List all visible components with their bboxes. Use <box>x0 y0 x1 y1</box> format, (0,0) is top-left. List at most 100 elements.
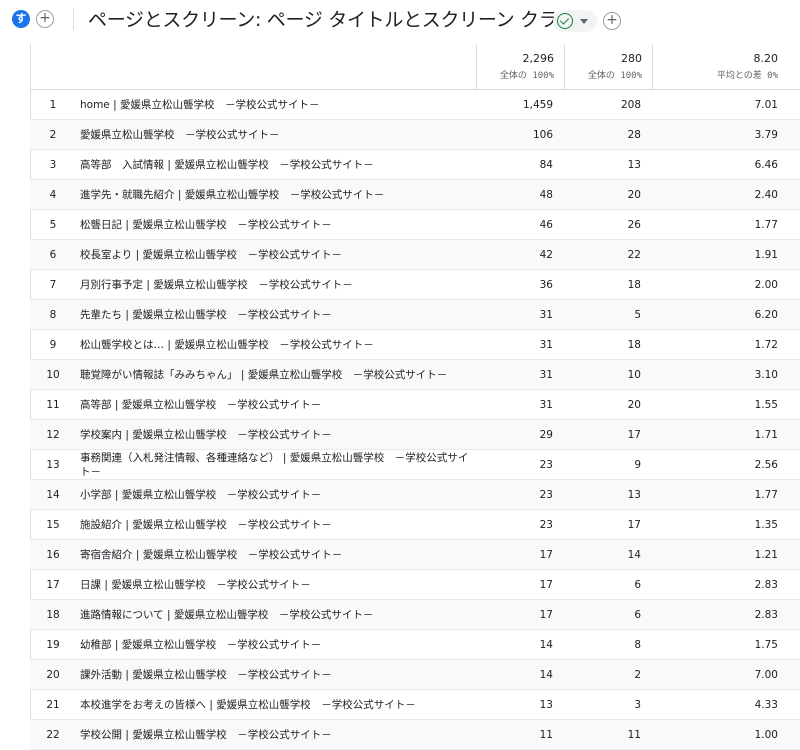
row-index: 21 <box>46 699 60 711</box>
page-title-cell: 進路情報について | 愛媛県立松山聾学校 －学校公式サイト－ <box>80 609 374 621</box>
table-row[interactable]: 20 課外活動 | 愛媛県立松山聾学校 －学校公式サイト－ 14 2 7.00 <box>30 660 800 690</box>
row-index: 8 <box>49 309 57 321</box>
users-cell: 2 <box>634 669 641 681</box>
views-per-user-cell: 4.33 <box>754 699 778 711</box>
views-per-user-cell: 2.40 <box>754 189 778 201</box>
user-avatar[interactable]: す <box>12 10 30 28</box>
views-cell: 31 <box>539 399 553 411</box>
views-per-user-cell: 2.83 <box>754 609 778 621</box>
table-row[interactable]: 7 月別行事予定 | 愛媛県立松山聾学校 －学校公式サイト－ 36 18 2.00 <box>30 270 800 300</box>
page-title-cell: home | 愛媛県立松山聾学校 －学校公式サイト－ <box>80 99 320 111</box>
views-cell: 31 <box>539 339 553 351</box>
page-title-cell: 日課 | 愛媛県立松山聾学校 －学校公式サイト－ <box>80 579 311 591</box>
views-cell: 23 <box>539 519 553 531</box>
views-per-user-cell: 1.71 <box>754 429 778 441</box>
row-index: 3 <box>49 159 57 171</box>
add-filter-button[interactable]: + <box>603 12 621 30</box>
table-row[interactable]: 16 寄宿舎紹介 | 愛媛県立松山聾学校 －学校公式サイト－ 17 14 1.21 <box>30 540 800 570</box>
views-per-user-cell: 1.21 <box>754 549 778 561</box>
users-cell: 3 <box>634 699 641 711</box>
row-index: 10 <box>46 369 60 381</box>
report-status-dropdown[interactable] <box>553 10 597 32</box>
users-cell: 5 <box>634 309 641 321</box>
add-comparison-button[interactable]: + <box>36 10 54 28</box>
views-per-user-cell: 1.00 <box>754 729 778 741</box>
users-cell: 18 <box>627 279 641 291</box>
table-row[interactable]: 6 校長室より | 愛媛県立松山聾学校 －学校公式サイト－ 42 22 1.91 <box>30 240 800 270</box>
total-value: 280 <box>621 52 642 65</box>
views-per-user-cell: 7.00 <box>754 669 778 681</box>
total-cell-views: 2,296 全体の 100% <box>476 44 564 90</box>
page-title-cell: 月別行事予定 | 愛媛県立松山聾学校 －学校公式サイト－ <box>80 279 353 291</box>
page-title: ページとスクリーン: ページ タイトルとスクリーン クラス <box>88 9 576 31</box>
table-row[interactable]: 14 小学部 | 愛媛県立松山聾学校 －学校公式サイト－ 23 13 1.77 <box>30 480 800 510</box>
row-index: 6 <box>49 249 57 261</box>
views-cell: 46 <box>539 219 553 231</box>
row-index: 14 <box>46 489 60 501</box>
row-index: 22 <box>46 729 60 741</box>
page-title-cell: 幼稚部 | 愛媛県立松山聾学校 －学校公式サイト－ <box>80 639 322 651</box>
page-title-cell: 愛媛県立松山聾学校 －学校公式サイト－ <box>80 129 280 141</box>
row-index: 13 <box>46 459 60 471</box>
users-cell: 13 <box>627 489 641 501</box>
table-row[interactable]: 1 home | 愛媛県立松山聾学校 －学校公式サイト－ 1,459 208 7.01 <box>30 90 800 120</box>
table-row[interactable]: 19 幼稚部 | 愛媛県立松山聾学校 －学校公式サイト－ 14 8 1.75 <box>30 630 800 660</box>
table-row[interactable]: 18 進路情報について | 愛媛県立松山聾学校 －学校公式サイト－ 17 6 2.83 <box>30 600 800 630</box>
page-title-cell: 施設紹介 | 愛媛県立松山聾学校 －学校公式サイト－ <box>80 519 332 531</box>
table-row[interactable]: 9 松山聾学校とは… | 愛媛県立松山聾学校 －学校公式サイト－ 31 18 1.72 <box>30 330 800 360</box>
views-cell: 29 <box>539 429 553 441</box>
users-cell: 208 <box>620 99 641 111</box>
users-cell: 10 <box>627 369 641 381</box>
views-per-user-cell: 1.77 <box>754 489 778 501</box>
page-title-cell: 高等部 入試情報 | 愛媛県立松山聾学校 －学校公式サイト－ <box>80 159 374 171</box>
page-title-cell: 高等部 | 愛媛県立松山聾学校 －学校公式サイト－ <box>80 399 322 411</box>
views-cell: 1,459 <box>522 99 553 111</box>
views-cell: 23 <box>539 489 553 501</box>
users-cell: 18 <box>627 339 641 351</box>
check-circle-icon <box>557 13 573 29</box>
table-row[interactable]: 10 聴覚障がい情報誌「みみちゃん」 | 愛媛県立松山聾学校 －学校公式サイト－ 3… <box>30 360 800 390</box>
users-cell: 6 <box>634 609 641 621</box>
page-title-cell: 本校進学をお考えの皆様へ | 愛媛県立松山聾学校 －学校公式サイト－ <box>80 699 416 711</box>
views-cell: 106 <box>532 129 553 141</box>
users-cell: 13 <box>627 159 641 171</box>
table-row[interactable]: 13 事務関連（入札発注情報、各種連絡など） | 愛媛県立松山聾学校 －学校公式サ… <box>30 450 800 480</box>
total-value: 8.20 <box>753 52 779 65</box>
views-cell: 17 <box>539 549 553 561</box>
page-title-cell: 学校案内 | 愛媛県立松山聾学校 －学校公式サイト－ <box>80 429 332 441</box>
users-cell: 8 <box>634 639 641 651</box>
table-row[interactable]: 22 学校公開 | 愛媛県立松山聾学校 －学校公式サイト－ 11 11 1.00 <box>30 720 800 750</box>
views-per-user-cell: 3.79 <box>754 129 778 141</box>
table-row[interactable]: 4 進学先・就職先紹介 | 愛媛県立松山聾学校 －学校公式サイト－ 48 20 2.40 <box>30 180 800 210</box>
total-value: 2,296 <box>522 52 555 65</box>
row-index: 16 <box>46 549 60 561</box>
views-cell: 23 <box>539 459 553 471</box>
table-row[interactable]: 15 施設紹介 | 愛媛県立松山聾学校 －学校公式サイト－ 23 17 1.35 <box>30 510 800 540</box>
caret-down-icon <box>580 19 588 24</box>
row-index: 15 <box>46 519 60 531</box>
users-cell: 17 <box>627 429 641 441</box>
views-cell: 14 <box>539 639 553 651</box>
row-index: 20 <box>46 669 60 681</box>
views-cell: 17 <box>539 609 553 621</box>
users-cell: 28 <box>627 129 641 141</box>
table-row[interactable]: 12 学校案内 | 愛媛県立松山聾学校 －学校公式サイト－ 29 17 1.71 <box>30 420 800 450</box>
table-row[interactable]: 5 松聾日記 | 愛媛県立松山聾学校 －学校公式サイト－ 46 26 1.77 <box>30 210 800 240</box>
plus-icon: + <box>606 12 618 28</box>
users-cell: 11 <box>627 729 641 741</box>
report-header: す + ページとスクリーン: ページ タイトルとスクリーン クラス + <box>0 0 800 44</box>
table-row[interactable]: 2 愛媛県立松山聾学校 －学校公式サイト－ 106 28 3.79 <box>30 120 800 150</box>
users-cell: 6 <box>634 579 641 591</box>
table-row[interactable]: 3 高等部 入試情報 | 愛媛県立松山聾学校 －学校公式サイト－ 84 13 6.46 <box>30 150 800 180</box>
users-cell: 22 <box>627 249 641 261</box>
views-per-user-cell: 1.55 <box>754 399 778 411</box>
table-row[interactable]: 21 本校進学をお考えの皆様へ | 愛媛県立松山聾学校 －学校公式サイト－ 13 3 4… <box>30 690 800 720</box>
users-cell: 20 <box>627 399 641 411</box>
table-row[interactable]: 17 日課 | 愛媛県立松山聾学校 －学校公式サイト－ 17 6 2.83 <box>30 570 800 600</box>
total-note: 全体の 100% <box>587 71 642 81</box>
table-row[interactable]: 11 高等部 | 愛媛県立松山聾学校 －学校公式サイト－ 31 20 1.55 <box>30 390 800 420</box>
views-per-user-cell: 1.91 <box>754 249 778 261</box>
page-title-cell: 小学部 | 愛媛県立松山聾学校 －学校公式サイト－ <box>80 489 322 501</box>
table-row[interactable]: 8 先輩たち | 愛媛県立松山聾学校 －学校公式サイト－ 31 5 6.20 <box>30 300 800 330</box>
views-cell: 36 <box>539 279 553 291</box>
